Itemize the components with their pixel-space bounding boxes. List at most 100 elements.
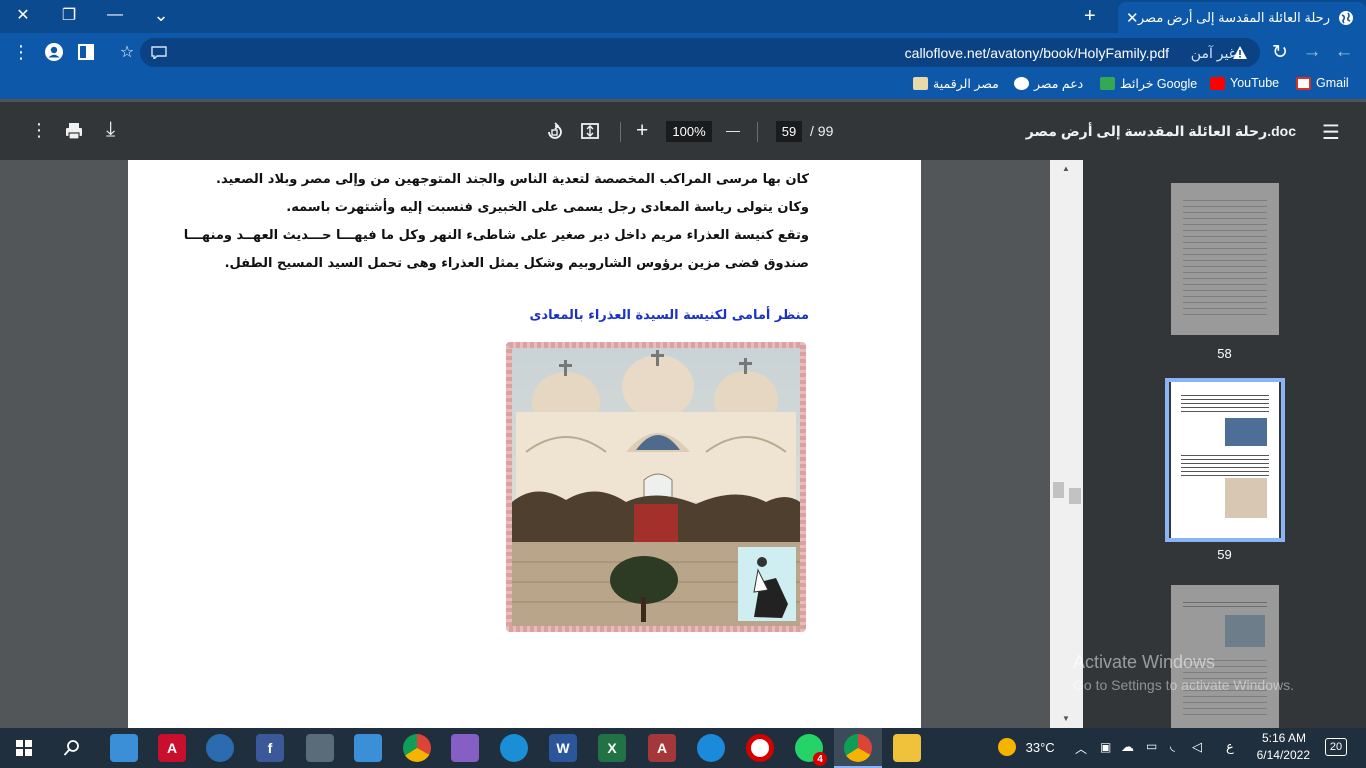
thumbnail-text-preview (1183, 195, 1267, 315)
bookmark-label: مصر الرقمية (933, 77, 999, 91)
thumbnail-page-58[interactable] (1171, 183, 1279, 335)
page-number-input[interactable]: 59 (776, 121, 802, 142)
excel-icon[interactable]: X (598, 734, 626, 762)
access-icon[interactable]: A (648, 734, 676, 762)
input-language[interactable]: ع (1226, 739, 1234, 755)
thumbnail-number: 58 (1217, 346, 1232, 361)
temperature: 33°C (1025, 739, 1055, 755)
back-button[interactable]: ← (1334, 41, 1354, 63)
battery-icon[interactable]: ▭ (1146, 739, 1157, 753)
chevron-up-icon[interactable]: ︿ (1075, 740, 1087, 757)
pdf-viewer[interactable]: كان بها مرسى المراكب المخصصة لتعدية النا… (0, 160, 1083, 728)
pdf-toolbar: ☰ رحلة العائلة المقدسة إلى أرض مصر.doc /… (0, 102, 1366, 160)
zoom-out-button[interactable]: — (726, 122, 740, 138)
page-total: / 99 (810, 123, 834, 139)
download-icon[interactable]: ⤓ (106, 118, 115, 142)
forward-button[interactable]: → (1302, 41, 1322, 63)
tab-search-button[interactable]: ⌄ (138, 0, 184, 30)
activation-watermark-subtitle: Go to Settings to activate Windows. (1073, 677, 1294, 693)
bookmark-gmail[interactable]: Gmail (1296, 76, 1349, 90)
meet-now-icon[interactable]: ▣ (1100, 740, 1111, 754)
clock-time[interactable]: 5:16 AM (1256, 731, 1306, 745)
active-chrome-taskbar-item[interactable] (834, 728, 882, 768)
facebook-icon[interactable]: f (256, 734, 284, 762)
thumbnail-image-preview (1225, 478, 1267, 518)
close-tab-icon[interactable]: ✕ (1126, 9, 1139, 27)
chrome-icon (844, 734, 872, 762)
vertical-scrollbar[interactable]: ▲ ▼ (1050, 160, 1083, 728)
tab-title: رحلة العائلة المقدسة إلى أرض مصر (1137, 10, 1330, 25)
file-explorer-icon[interactable] (893, 734, 921, 762)
opera-icon[interactable] (746, 734, 774, 762)
cloud-icon[interactable]: ☁ (1121, 739, 1134, 755)
clock-date[interactable]: 6/14/2022 (1250, 748, 1310, 762)
word-icon[interactable]: W (549, 734, 577, 762)
profile-icon[interactable] (44, 42, 64, 62)
gmail-icon (1296, 76, 1311, 90)
close-window-button[interactable]: ✕ (0, 0, 46, 30)
church-photo (506, 342, 806, 632)
thumbnail-text-preview (1181, 392, 1269, 414)
scroll-up-arrow[interactable]: ▲ (1062, 164, 1070, 173)
document-title: رحلة العائلة المقدسة إلى أرض مصر.doc (1025, 123, 1296, 139)
calculator-icon[interactable] (306, 734, 334, 762)
bookmarks-bar: Gmail YouTube خرائط Google دعم مصر مصر ا… (0, 71, 1366, 99)
sidebar-icon[interactable] (77, 43, 95, 61)
thumbnail-page-59[interactable] (1171, 382, 1279, 538)
warning-icon[interactable] (1231, 43, 1249, 61)
toolbar-divider (620, 122, 621, 142)
notification-badge: 4 (813, 752, 827, 766)
sync-app-icon[interactable] (697, 734, 725, 762)
url-text[interactable]: calloflove.net/avatony/book/HolyFamily.p… (905, 45, 1169, 61)
search-icon[interactable] (58, 734, 86, 762)
restore-window-button[interactable]: ❐ (46, 0, 92, 30)
whatsapp-icon[interactable]: 4 (795, 734, 827, 766)
control-panel-icon[interactable] (110, 734, 138, 762)
new-tab-button[interactable]: + (1084, 5, 1096, 28)
activation-watermark-title: Activate Windows (1073, 652, 1216, 672)
wifi-icon[interactable]: ◟ (1170, 738, 1175, 754)
magnifier-app-icon[interactable] (206, 734, 234, 762)
windows-start-icon[interactable] (10, 734, 38, 762)
reader-mode-icon[interactable] (150, 43, 168, 61)
body-text-line: وكان يتولى رياسة المعادى رجل يسمى على ال… (286, 200, 809, 215)
visual-studio-icon[interactable] (451, 734, 479, 762)
bookmark-star-icon[interactable]: ☆ (118, 43, 136, 61)
weather-widget[interactable]: 33°C (998, 738, 1055, 756)
windows-taskbar: A f W X A 4 33°C ︿ ▣ ☁ ▭ ◟ ◁ ع 5:16 AM 6… (0, 728, 1366, 768)
more-actions-icon[interactable]: ⋮ (30, 120, 48, 141)
edge-icon[interactable] (500, 734, 528, 762)
scroll-down-arrow[interactable]: ▼ (1062, 714, 1070, 723)
tab-holy-family[interactable]: ✕ رحلة العائلة المقدسة إلى أرض مصر (1118, 2, 1366, 34)
youtube-icon (1210, 76, 1225, 90)
reload-button[interactable]: ↻ (1270, 41, 1290, 63)
print-icon[interactable] (65, 122, 83, 145)
notification-center-button[interactable]: 20 (1325, 738, 1347, 756)
calendar-icon[interactable] (354, 734, 382, 762)
thumbnail-number: 59 (1217, 547, 1232, 562)
maps-icon (1100, 77, 1115, 90)
sidebar-toggle-icon[interactable]: ☰ (1322, 120, 1340, 145)
bookmark-digital-egypt[interactable]: مصر الرقمية (913, 76, 999, 91)
zoom-input[interactable]: 100% (666, 121, 712, 142)
title-bar: ✕ ❐ — ⌄ + ✕ رحلة العائلة المقدسة إلى أرض… (0, 0, 1366, 34)
bookmark-label: YouTube (1230, 76, 1280, 90)
security-label[interactable]: غير آمن (1191, 45, 1236, 62)
rotate-icon[interactable] (545, 122, 565, 147)
fit-page-icon[interactable] (581, 122, 599, 145)
body-text-line: صندوق فضى مزين برؤوس الشاروبيم وشكل يمثل… (224, 256, 809, 271)
pdf-page: كان بها مرسى المراكب المخصصة لتعدية النا… (128, 160, 921, 728)
browser-menu-icon[interactable]: ⋮ (12, 42, 30, 62)
minimize-window-button[interactable]: — (92, 0, 138, 30)
scroll-thumb[interactable] (1053, 482, 1064, 498)
adobe-reader-icon[interactable]: A (158, 734, 186, 762)
scroll-thumb-secondary[interactable] (1069, 488, 1081, 504)
bookmark-support-egypt[interactable]: دعم مصر (1014, 76, 1083, 91)
chrome-icon[interactable] (403, 734, 431, 762)
bookmark-youtube[interactable]: YouTube (1210, 76, 1279, 90)
volume-icon[interactable]: ◁ (1192, 739, 1202, 755)
bookmark-google-maps[interactable]: خرائط Google (1100, 76, 1197, 91)
bookmark-label: Gmail (1316, 76, 1349, 90)
navigation-bar: ⋮ ☆ calloflove.net/avatony/book/HolyFami… (0, 33, 1366, 71)
zoom-in-button[interactable]: + (636, 119, 648, 143)
